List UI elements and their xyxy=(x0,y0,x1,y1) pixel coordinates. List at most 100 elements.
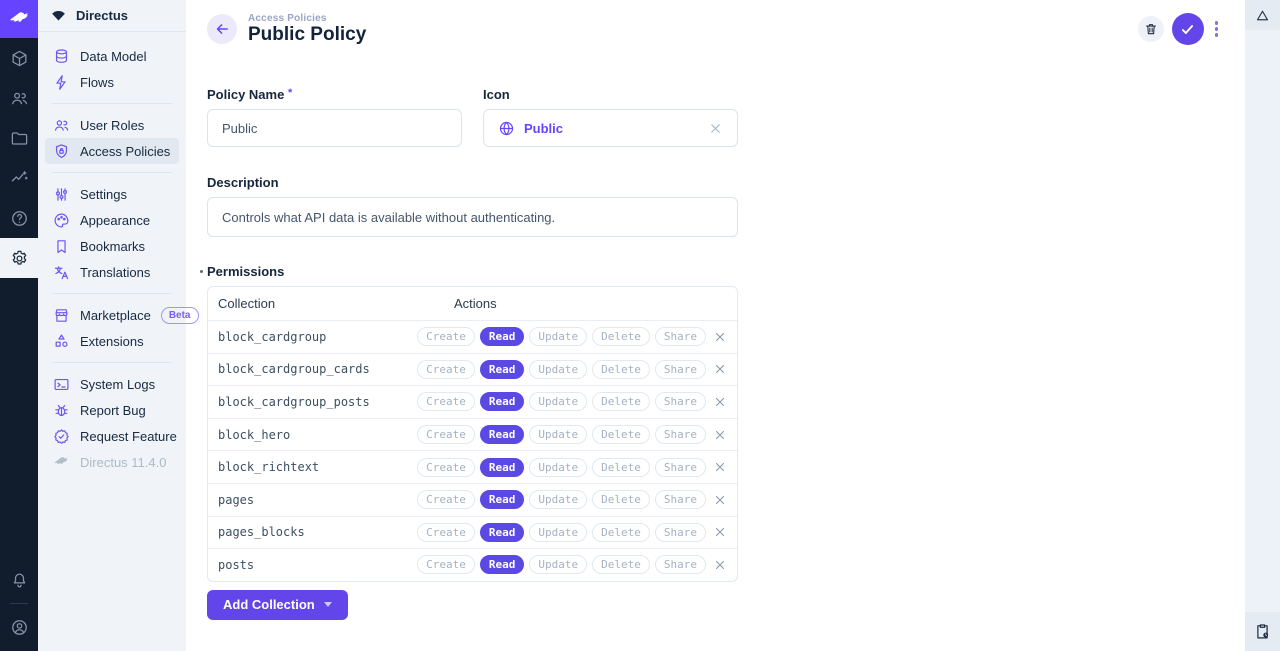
action-chip-share[interactable]: Share xyxy=(655,458,706,477)
module-docs[interactable] xyxy=(0,198,38,238)
action-chip-update[interactable]: Update xyxy=(529,425,587,444)
add-collection-button[interactable]: Add Collection xyxy=(207,590,348,620)
rabbit-icon xyxy=(8,8,30,30)
action-chip-delete[interactable]: Delete xyxy=(592,425,650,444)
action-chip-update[interactable]: Update xyxy=(529,490,587,509)
action-chip-create[interactable]: Create xyxy=(417,523,475,542)
sidebar-item-translations[interactable]: Translations xyxy=(45,259,179,285)
remove-row-icon[interactable] xyxy=(713,428,727,442)
action-chip-create[interactable]: Create xyxy=(417,327,475,346)
action-chip-update[interactable]: Update xyxy=(529,523,587,542)
action-chip-create[interactable]: Create xyxy=(417,490,475,509)
sidebar-item-label: Translations xyxy=(80,265,150,280)
action-chip-delete[interactable]: Delete xyxy=(592,327,650,346)
action-chip-read[interactable]: Read xyxy=(480,360,525,379)
back-button[interactable] xyxy=(207,14,237,44)
delete-button[interactable] xyxy=(1138,16,1164,42)
save-button[interactable] xyxy=(1172,13,1204,45)
action-chip-update[interactable]: Update xyxy=(529,392,587,411)
remove-row-icon[interactable] xyxy=(713,493,727,507)
table-row: block_cardgroup Create Read Update Delet… xyxy=(208,320,737,353)
directus-logo[interactable] xyxy=(0,0,38,38)
beta-badge: Beta xyxy=(161,307,199,324)
action-chip-share[interactable]: Share xyxy=(655,425,706,444)
action-chip-delete[interactable]: Delete xyxy=(592,360,650,379)
module-users[interactable] xyxy=(0,78,38,118)
sidebar-item-appearance[interactable]: Appearance xyxy=(45,207,179,233)
sidebar-item-settings[interactable]: Settings xyxy=(45,181,179,207)
action-chip-update[interactable]: Update xyxy=(529,458,587,477)
project-chooser[interactable]: Directus xyxy=(38,0,186,32)
translate-icon xyxy=(52,263,70,281)
action-chip-read[interactable]: Read xyxy=(480,425,525,444)
check-icon xyxy=(1179,21,1196,38)
clear-icon-button[interactable] xyxy=(708,121,723,136)
action-chip-delete[interactable]: Delete xyxy=(592,458,650,477)
rabbit-icon xyxy=(52,453,70,471)
remove-row-icon[interactable] xyxy=(713,395,727,409)
remove-row-icon[interactable] xyxy=(713,460,727,474)
permissions-label: Permissions xyxy=(207,264,738,279)
module-settings[interactable] xyxy=(0,238,38,278)
action-chip-share[interactable]: Share xyxy=(655,490,706,509)
module-bar-spacer xyxy=(0,278,38,560)
action-chip-share[interactable]: Share xyxy=(655,555,706,574)
action-chip-update[interactable]: Update xyxy=(529,360,587,379)
remove-row-icon[interactable] xyxy=(713,558,727,572)
action-chip-create[interactable]: Create xyxy=(417,458,475,477)
description-label: Description xyxy=(207,175,738,190)
main-content: Access Policies Public Policy xyxy=(186,0,1245,651)
activity-drawer-button[interactable] xyxy=(1245,612,1280,651)
sidebar-item-access-policies[interactable]: Access Policies xyxy=(45,138,179,164)
account-button[interactable] xyxy=(0,607,38,647)
sidebar-item-extensions[interactable]: Extensions xyxy=(45,328,179,354)
notifications-button[interactable] xyxy=(0,560,38,600)
more-options-button[interactable] xyxy=(1212,17,1222,41)
action-chip-create[interactable]: Create xyxy=(417,425,475,444)
gear-icon xyxy=(10,249,29,268)
remove-row-icon[interactable] xyxy=(713,525,727,539)
action-chip-create[interactable]: Create xyxy=(417,360,475,379)
module-insights[interactable] xyxy=(0,158,38,198)
module-content[interactable] xyxy=(0,38,38,78)
action-chip-share[interactable]: Share xyxy=(655,392,706,411)
action-chip-delete[interactable]: Delete xyxy=(592,490,650,509)
action-chip-read[interactable]: Read xyxy=(480,327,525,346)
breadcrumb[interactable]: Access Policies xyxy=(248,13,366,24)
icon-input[interactable]: Public xyxy=(483,109,738,147)
action-chip-share[interactable]: Share xyxy=(655,523,706,542)
policy-name-input[interactable]: Public xyxy=(207,109,462,147)
extensions-icon xyxy=(52,332,70,350)
action-chip-share[interactable]: Share xyxy=(655,327,706,346)
sidebar-item-request-feature[interactable]: Request Feature xyxy=(45,423,179,449)
icon-field-group: Icon Public xyxy=(483,87,738,147)
sidebar-item-user-roles[interactable]: User Roles xyxy=(45,112,179,138)
sidebar-item-system-logs[interactable]: System Logs xyxy=(45,371,179,397)
triangle-icon xyxy=(1254,7,1271,24)
sidebar-section-toggle[interactable] xyxy=(1245,0,1280,30)
action-chip-read[interactable]: Read xyxy=(480,458,525,477)
sidebar-item-report-bug[interactable]: Report Bug xyxy=(45,397,179,423)
action-chip-update[interactable]: Update xyxy=(529,327,587,346)
sidebar-item-flows[interactable]: Flows xyxy=(45,69,179,95)
action-chip-delete[interactable]: Delete xyxy=(592,523,650,542)
action-chip-update[interactable]: Update xyxy=(529,555,587,574)
action-chip-read[interactable]: Read xyxy=(480,490,525,509)
policy-name-label: Policy Name * xyxy=(207,87,462,102)
sidebar-item-bookmarks[interactable]: Bookmarks xyxy=(45,233,179,259)
action-chip-delete[interactable]: Delete xyxy=(592,392,650,411)
action-chip-create[interactable]: Create xyxy=(417,555,475,574)
sidebar-divider xyxy=(52,172,172,173)
action-chip-create[interactable]: Create xyxy=(417,392,475,411)
action-chip-read[interactable]: Read xyxy=(480,523,525,542)
action-chip-read[interactable]: Read xyxy=(480,392,525,411)
description-input[interactable]: Controls what API data is available with… xyxy=(207,197,738,237)
remove-row-icon[interactable] xyxy=(713,362,727,376)
module-files[interactable] xyxy=(0,118,38,158)
action-chip-read[interactable]: Read xyxy=(480,555,525,574)
action-chip-delete[interactable]: Delete xyxy=(592,555,650,574)
action-chip-share[interactable]: Share xyxy=(655,360,706,379)
sidebar-item-marketplace[interactable]: Marketplace Beta xyxy=(45,302,179,328)
remove-row-icon[interactable] xyxy=(713,330,727,344)
sidebar-item-data-model[interactable]: Data Model xyxy=(45,43,179,69)
